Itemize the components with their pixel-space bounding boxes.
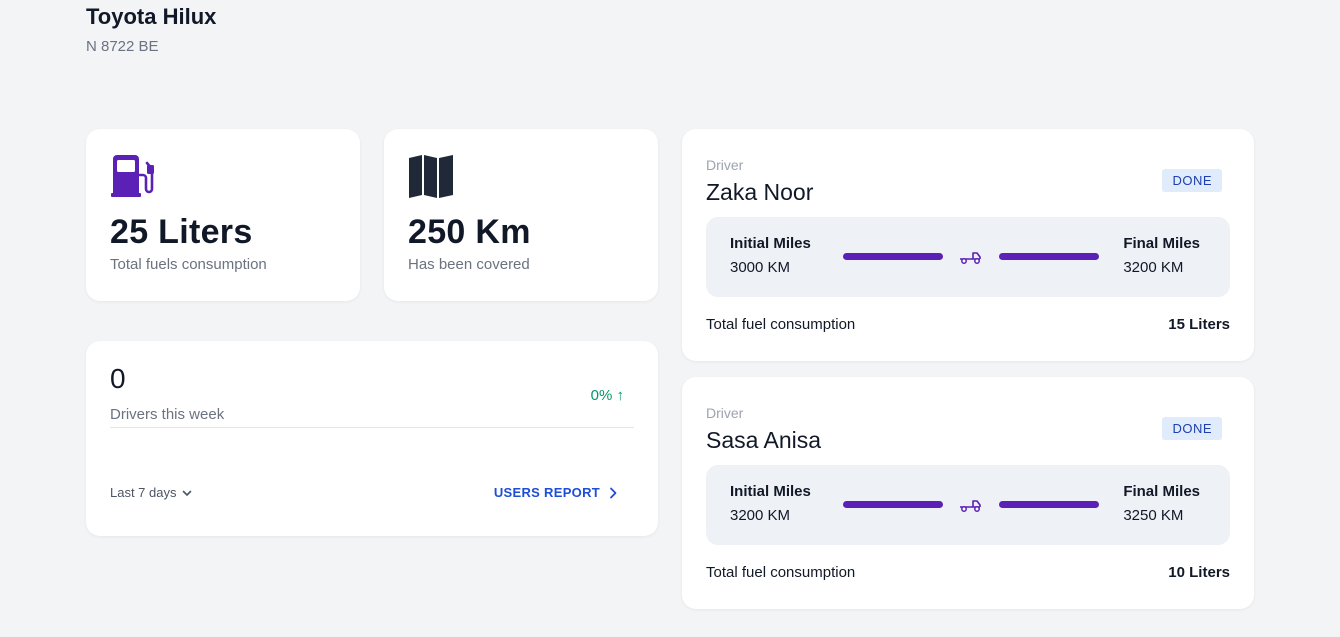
final-miles-label: Final Miles (1123, 483, 1200, 500)
route-line (999, 501, 1099, 508)
final-miles-label: Final Miles (1123, 235, 1200, 252)
initial-miles-label: Initial Miles (730, 235, 811, 252)
fuel-consumption-value: 10 Liters (1168, 564, 1230, 581)
map-icon (409, 155, 453, 198)
distance-stat-card: 250 Km Has been covered (384, 129, 658, 301)
final-miles-value: 3200 KM (1123, 259, 1184, 276)
trip-mileage-box: Initial Miles 3200 KM Final Miles 3250 K… (706, 465, 1230, 545)
fuel-stat-label: Total fuels consumption (110, 256, 267, 273)
initial-miles-label: Initial Miles (730, 483, 811, 500)
distance-stat-value: 250 Km (408, 213, 531, 251)
users-report-label: USERS REPORT (493, 485, 600, 500)
final-miles-value: 3250 KM (1123, 507, 1184, 524)
fuel-consumption-row: Total fuel consumption 15 Liters (706, 316, 1230, 333)
drivers-card: 0 Drivers this week 0% ↑ Last 7 days USE… (86, 341, 658, 536)
trip-card: Driver Zaka Noor DONE Initial Miles 3000… (682, 129, 1254, 361)
fuel-consumption-row: Total fuel consumption 10 Liters (706, 564, 1230, 581)
chevron-down-icon (182, 490, 191, 496)
trip-mileage-box: Initial Miles 3000 KM Final Miles 3200 K… (706, 217, 1230, 297)
driver-label: Driver (706, 157, 744, 173)
trip-card: Driver Sasa Anisa DONE Initial Miles 320… (682, 377, 1254, 609)
drivers-count: 0 (110, 363, 126, 394)
initial-miles-value: 3000 KM (730, 259, 791, 276)
vehicle-title: Toyota Hilux (86, 4, 217, 29)
fuel-stat-card: 25 Liters Total fuels consumption (86, 129, 360, 301)
initial-miles: Initial Miles 3200 KM (730, 483, 811, 525)
truck-icon (960, 252, 981, 264)
final-miles: Final Miles 3250 KM (1123, 483, 1200, 525)
initial-miles-value: 3200 KM (730, 507, 791, 524)
route-line (843, 501, 943, 508)
truck-icon (960, 500, 981, 512)
fuel-consumption-label: Total fuel consumption (706, 316, 856, 333)
fuel-consumption-label: Total fuel consumption (706, 564, 856, 581)
date-range-dropdown[interactable]: Last 7 days (110, 485, 193, 500)
route-line (999, 253, 1099, 260)
vehicle-header: Toyota Hilux N 8722 BE (86, 4, 216, 55)
date-range-label: Last 7 days (110, 485, 177, 500)
driver-name: Zaka Noor (706, 179, 814, 205)
drivers-label: Drivers this week (110, 406, 225, 423)
fuel-consumption-value: 15 Liters (1168, 316, 1230, 333)
distance-stat-label: Has been covered (408, 256, 530, 273)
divider (110, 427, 634, 428)
driver-name: Sasa Anisa (706, 427, 822, 453)
final-miles: Final Miles 3200 KM (1123, 235, 1200, 277)
driver-label: Driver (706, 405, 744, 421)
chevron-right-icon (610, 487, 617, 498)
fuel-pump-icon (111, 155, 154, 197)
fuel-stat-value: 25 Liters (110, 213, 253, 251)
vehicle-plate: N 8722 BE (86, 38, 159, 55)
status-badge: DONE (1162, 417, 1222, 440)
status-badge: DONE (1162, 169, 1222, 192)
users-report-link[interactable]: USERS REPORT (494, 485, 618, 500)
drivers-change-badge: 0% ↑ (590, 387, 624, 404)
initial-miles: Initial Miles 3000 KM (730, 235, 811, 277)
route-line (843, 253, 943, 260)
